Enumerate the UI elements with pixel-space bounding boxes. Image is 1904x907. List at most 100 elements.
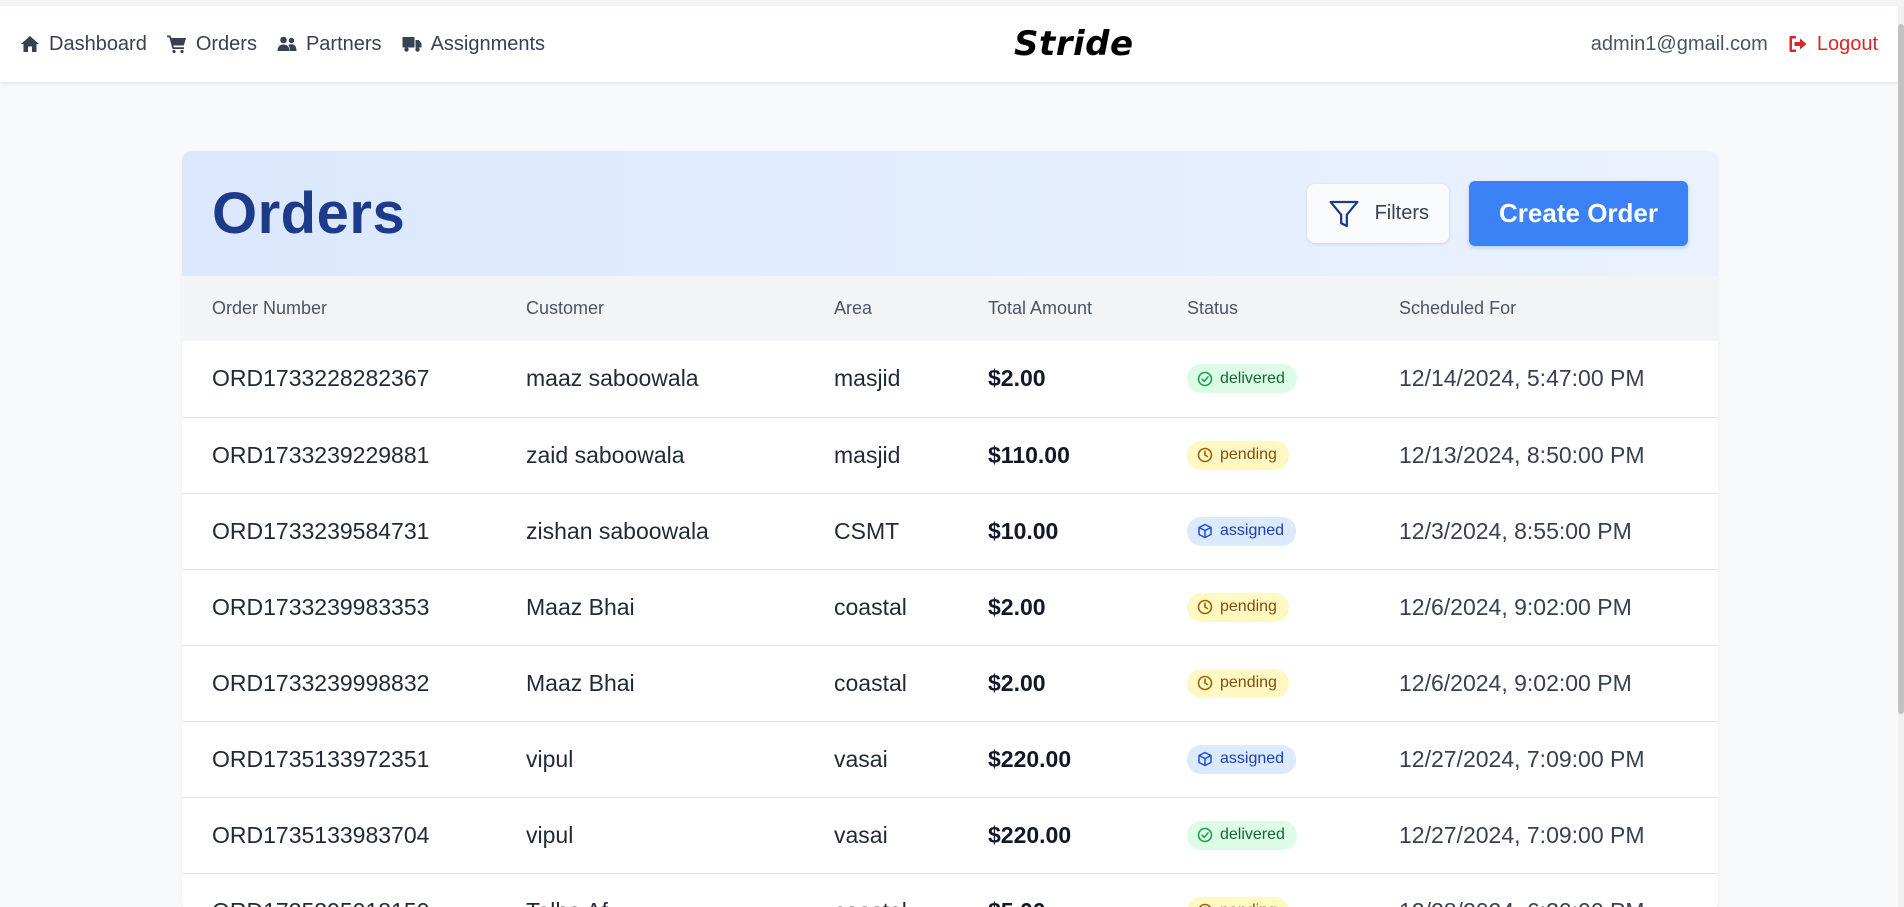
scrollbar-thumb[interactable] [1898,24,1904,714]
order-number: ORD1733239584731 [212,517,430,544]
header-order-number[interactable]: Order Number [182,276,496,341]
scheduled-for: 12/27/2024, 7:09:00 PM [1399,745,1645,772]
status-label: pending [1220,674,1277,691]
status-badge: pending [1187,668,1289,698]
status-badge: pending [1187,896,1289,907]
area: coastal [834,669,907,696]
status-cell: assigned [1157,721,1369,797]
filters-button[interactable]: Filters [1306,184,1450,243]
status-badge: assigned [1187,744,1297,774]
status-cell: pending [1157,417,1369,493]
order-number: ORD1735133983704 [212,821,430,848]
table-body: ORD1733228282367 maaz saboowala masjid $… [182,341,1718,907]
status-cell: delivered [1157,797,1369,873]
status-label: pending [1220,598,1277,615]
status-label: pending [1220,902,1277,907]
order-number: ORD1733228282367 [212,365,430,392]
area: masjid [834,365,901,392]
status-cell: pending [1157,569,1369,645]
create-order-button[interactable]: Create Order [1469,181,1688,246]
header-status[interactable]: Status [1157,276,1369,341]
status-label: pending [1220,446,1277,463]
nav-partners[interactable]: Partners [277,33,382,56]
scheduled-for: 12/27/2024, 7:09:00 PM [1399,821,1645,848]
scheduled-for: 12/14/2024, 5:47:00 PM [1399,365,1645,392]
table-header-row: Order Number Customer Area Total Amount … [182,276,1718,341]
page-title: Orders [212,181,406,246]
status-label: assigned [1220,750,1285,767]
total-amount: $10.00 [988,517,1059,544]
area: CSMT [834,517,900,544]
table-row[interactable]: ORD1735133983704 vipul vasai $220.00 del… [182,797,1718,873]
clock-icon [1197,599,1213,615]
status-cell: pending [1157,645,1369,721]
order-number: ORD1735133972351 [212,745,430,772]
filter-icon [1328,200,1359,227]
total-amount: $2.00 [988,593,1046,620]
nav-orders[interactable]: Orders [166,33,257,56]
order-number: ORD1733239998832 [212,669,430,696]
clock-icon [1198,903,1212,907]
table-row[interactable]: ORD1733239998832 Maaz Bhai coastal $2.00… [182,645,1718,721]
header-customer[interactable]: Customer [496,276,804,341]
nav-assignments[interactable]: Assignments [402,32,546,56]
total-amount: $220.00 [988,745,1072,772]
status-label: delivered [1220,369,1285,387]
header-total-amount[interactable]: Total Amount [958,276,1157,341]
brand-logo[interactable]: Stride [1014,24,1134,64]
header-scheduled-for[interactable]: Scheduled For [1369,276,1718,341]
scheduled-for: 12/28/2024, 6:30:00 PM [1369,873,1718,907]
status-badge: pending [1187,592,1289,622]
total-amount: $110.00 [988,441,1070,468]
total-amount: $2.00 [988,365,1046,392]
total-amount: $220.00 [988,821,1072,848]
clock-icon [1197,447,1213,463]
customer-name: Maaz Bhai [526,593,635,620]
customer-name: zaid saboowala [526,441,685,468]
area: vasai [834,745,888,772]
status-cell: assigned [1157,493,1369,569]
customer-name: Maaz Bhai [526,669,635,696]
users-icon [277,36,297,51]
scheduled-for: 12/3/2024, 8:55:00 PM [1399,517,1632,544]
customer-name: vipul [526,745,574,772]
table-row[interactable]: ORD1733239983353 Maaz Bhai coastal $2.00… [182,569,1718,645]
order-number: ORD1735395018150 [182,873,496,907]
table-row[interactable]: ORD1733239584731 zishan saboowala CSMT $… [182,493,1718,569]
home-icon [21,36,39,52]
order-number: ORD1733239229881 [212,441,430,468]
status-badge: delivered [1187,820,1297,850]
table-row[interactable]: ORD1733239229881 zaid saboowala masjid $… [182,417,1718,493]
orders-card: Orders Filters Create Order Order Number… [182,151,1718,907]
logout-label: Logout [1816,32,1878,55]
nav-links: Dashboard Orders Partners Assignments [20,33,545,56]
orders-table: Order Number Customer Area Total Amount … [182,276,1718,907]
table-row[interactable]: ORD1735395018150 Talha Af coastal $5.00 … [182,873,1718,907]
user-email: admin1@gmail.com [1590,32,1768,55]
status-label: delivered [1220,826,1285,843]
area: vasai [834,821,888,848]
status-cell: delivered [1157,341,1369,417]
logout-button[interactable]: Logout [1788,33,1878,56]
table-row[interactable]: ORD1733228282367 maaz saboowala masjid $… [182,341,1718,417]
logout-icon [1789,36,1807,52]
package-icon [1198,523,1212,539]
total-amount: $2.00 [988,669,1046,696]
table-row[interactable]: ORD1735133972351 vipul vasai $220.00 ass… [182,721,1718,797]
package-icon [1198,751,1212,767]
nav-assignments-label: Assignments [430,32,546,55]
customer-name: vipul [526,821,574,848]
cart-icon [166,35,186,54]
customer-name: maaz saboowala [526,365,699,392]
status-badge: assigned [1187,516,1297,546]
header-actions: Filters Create Order [1306,181,1688,246]
total-amount: $5.00 [958,873,1157,907]
nav-dashboard[interactable]: Dashboard [20,33,147,56]
order-number: ORD1733239983353 [212,593,430,620]
status-badge: pending [1187,440,1289,470]
header-area[interactable]: Area [804,276,958,341]
scheduled-for: 12/6/2024, 9:02:00 PM [1399,593,1632,620]
check-circle-icon [1197,371,1213,387]
scheduled-for: 12/13/2024, 8:50:00 PM [1399,441,1645,468]
status-badge: delivered [1187,364,1297,394]
